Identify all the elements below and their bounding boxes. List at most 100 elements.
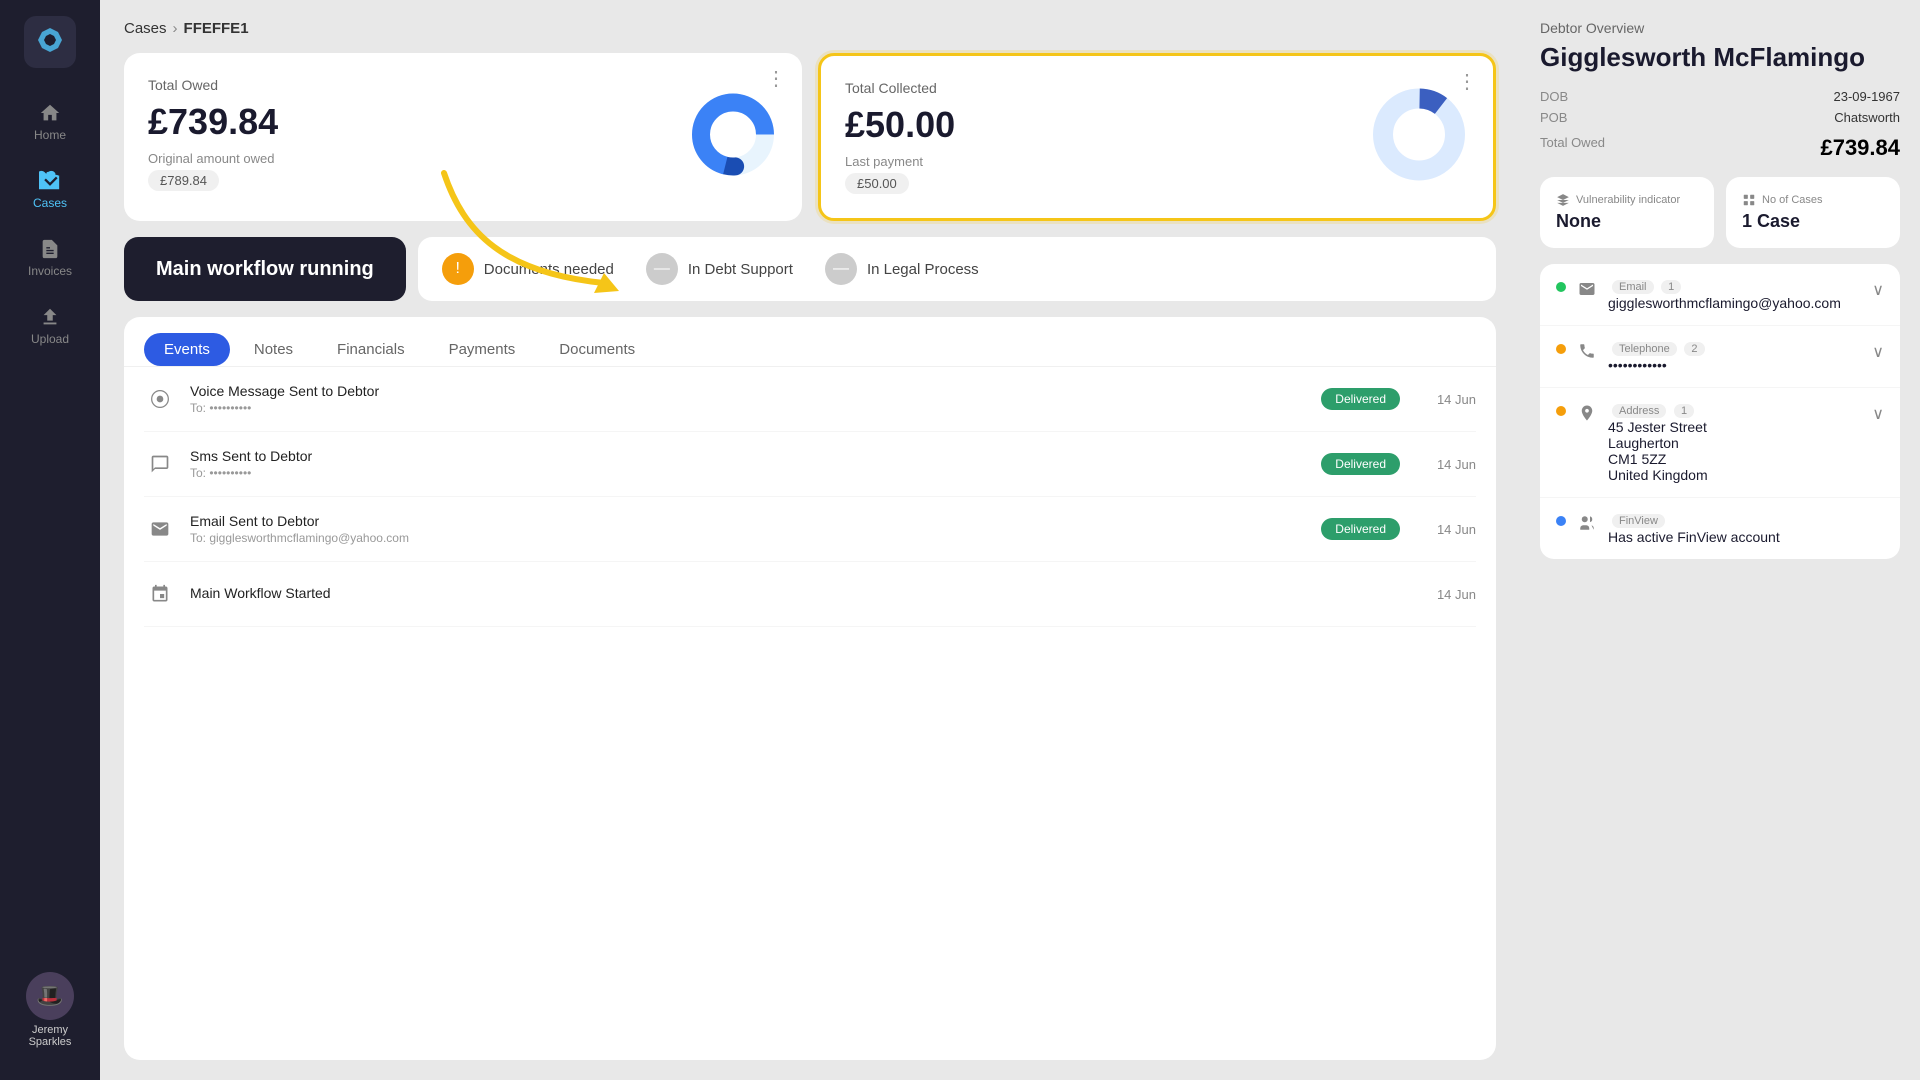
address-contact-row: Address 1 45 Jester StreetLaughertonCM1 … [1540, 388, 1900, 498]
right-panel: Debtor Overview Gigglesworth McFlamingo … [1520, 0, 1920, 1080]
vulnerability-card: Vulnerability indicator None [1540, 177, 1714, 248]
address-expand-button[interactable]: ∨ [1872, 404, 1884, 424]
telephone-contact-row: Telephone 2 •••••••••••• ∨ [1540, 326, 1900, 388]
email-expand-button[interactable]: ∨ [1872, 280, 1884, 300]
tab-financials[interactable]: Financials [317, 333, 425, 366]
debtor-total-owed-row: Total Owed £739.84 [1540, 135, 1900, 161]
event-sub-2: To: gigglesworthmcflamingo@yahoo.com [190, 531, 1307, 545]
sidebar-item-cases[interactable]: Cases [0, 160, 100, 220]
debtor-total-owed-label: Total Owed [1540, 135, 1605, 161]
tab-notes[interactable]: Notes [234, 333, 313, 366]
email-contact-value: gigglesworthmcflamingo@yahoo.com [1608, 295, 1860, 311]
phone-contact-icon [1578, 340, 1596, 365]
status-debt-support: — In Debt Support [646, 253, 793, 285]
workflow-label: Main workflow running [156, 258, 374, 281]
event-date-3: 14 Jun [1426, 587, 1476, 602]
event-sub-0: To: •••••••••• [190, 401, 1307, 415]
telephone-contact-value: •••••••••••• [1608, 357, 1860, 373]
finview-contact-type: FinView [1612, 514, 1665, 528]
status-legal-label: In Legal Process [867, 261, 979, 278]
address-contact-icon [1578, 402, 1596, 427]
event-badge-2: Delivered [1321, 518, 1400, 540]
last-payment-value: £50.00 [845, 173, 909, 194]
sidebar-item-upload[interactable]: Upload [0, 296, 100, 356]
total-owed-sub-value: £789.84 [148, 170, 219, 191]
total-owed-card: Total Owed £739.84 Original amount owed … [124, 53, 802, 221]
dob-value: 23-09-1967 [1834, 89, 1901, 104]
sidebar-item-invoices[interactable]: Invoices [0, 228, 100, 288]
finview-contact-icon [1578, 512, 1596, 537]
status-dot-neutral-1: — [646, 253, 678, 285]
email-contact-icon [1578, 278, 1596, 303]
email-contact-row: Email 1 gigglesworthmcflamingo@yahoo.com… [1540, 264, 1900, 326]
sidebar-item-home[interactable]: Home [0, 92, 100, 152]
status-cards: ! Documents needed — In Debt Support — I… [418, 237, 1496, 301]
breadcrumb-chevron: › [173, 20, 178, 37]
debtor-overview-header: Debtor Overview [1540, 20, 1900, 36]
avatar[interactable]: 🎩 [26, 972, 74, 1020]
dob-label: DOB [1540, 89, 1568, 104]
events-list: Voice Message Sent to Debtor To: •••••••… [124, 367, 1496, 627]
workflow-event-icon [144, 578, 176, 610]
total-collected-card: Total Collected £50.00 Last payment £50.… [818, 53, 1496, 221]
event-sub-1: To: •••••••••• [190, 466, 1307, 480]
status-dot-warning: ! [442, 253, 474, 285]
top-cards-row: Total Owed £739.84 Original amount owed … [124, 53, 1496, 221]
pob-row: POB Chatsworth [1540, 110, 1900, 125]
total-owed-title: Total Owed [148, 77, 778, 93]
total-owed-chart [688, 90, 778, 185]
event-title-2: Email Sent to Debtor [190, 513, 1307, 529]
indicator-row: Vulnerability indicator None No of Cases… [1540, 177, 1900, 248]
debtor-total-owed-value: £739.84 [1820, 135, 1900, 161]
event-row: Voice Message Sent to Debtor To: •••••••… [144, 367, 1476, 432]
breadcrumb: Cases › FFEFFE1 [124, 20, 1496, 37]
email-contact-count: 1 [1661, 280, 1681, 294]
no-of-cases-label: No of Cases [1762, 194, 1823, 206]
workflow-card: Main workflow running [124, 237, 406, 301]
main-content: Cases › FFEFFE1 Total Owed £739.84 Origi… [100, 0, 1520, 1080]
email-contact-type: Email [1612, 280, 1654, 294]
tab-payments[interactable]: Payments [429, 333, 536, 366]
total-owed-menu-button[interactable]: ⋮ [766, 69, 786, 89]
status-dot-neutral-2: — [825, 253, 857, 285]
sidebar: Home Cases Invoices Upload 🎩 Jeremy Spar… [0, 0, 100, 1080]
total-owed-amount: £739.84 [148, 101, 778, 143]
total-owed-sub-label: Original amount owed [148, 151, 778, 166]
address-contact-value: 45 Jester StreetLaughertonCM1 5ZZUnited … [1608, 419, 1860, 483]
event-date-0: 14 Jun [1426, 392, 1476, 407]
telephone-expand-button[interactable]: ∨ [1872, 342, 1884, 362]
contacts-section: Email 1 gigglesworthmcflamingo@yahoo.com… [1540, 264, 1900, 559]
vulnerability-label: Vulnerability indicator [1576, 194, 1680, 206]
finview-contact-row: FinView Has active FinView account [1540, 498, 1900, 559]
status-documents: ! Documents needed [442, 253, 614, 285]
email-event-icon [144, 513, 176, 545]
event-title-0: Voice Message Sent to Debtor [190, 383, 1307, 399]
telephone-status-dot [1556, 344, 1566, 354]
event-badge-1: Delivered [1321, 453, 1400, 475]
pob-value: Chatsworth [1834, 110, 1900, 125]
user-avatar-section: 🎩 Jeremy Sparkles [26, 972, 74, 1064]
events-section: Events Notes Financials Payments Documen… [124, 317, 1496, 1060]
address-status-dot [1556, 406, 1566, 416]
telephone-contact-count: 2 [1684, 342, 1704, 356]
debtor-name: Gigglesworth McFlamingo [1540, 42, 1900, 73]
event-row: Email Sent to Debtor To: gigglesworthmcf… [144, 497, 1476, 562]
workflow-row: Main workflow running ! Documents needed… [124, 237, 1496, 301]
finview-status-dot [1556, 516, 1566, 526]
address-contact-type: Address [1612, 404, 1666, 418]
breadcrumb-cases[interactable]: Cases [124, 20, 167, 37]
email-status-dot [1556, 282, 1566, 292]
voice-message-icon [144, 383, 176, 415]
breadcrumb-current: FFEFFE1 [184, 20, 249, 37]
events-tabs: Events Notes Financials Payments Documen… [124, 317, 1496, 367]
app-logo[interactable] [24, 16, 76, 68]
address-contact-count: 1 [1674, 404, 1694, 418]
event-row: Main Workflow Started 14 Jun [144, 562, 1476, 627]
event-badge-0: Delivered [1321, 388, 1400, 410]
tab-events[interactable]: Events [144, 333, 230, 366]
sms-icon [144, 448, 176, 480]
tab-documents[interactable]: Documents [539, 333, 655, 366]
event-title-3: Main Workflow Started [190, 585, 1400, 601]
total-collected-chart [1369, 85, 1469, 190]
telephone-contact-type: Telephone [1612, 342, 1677, 356]
